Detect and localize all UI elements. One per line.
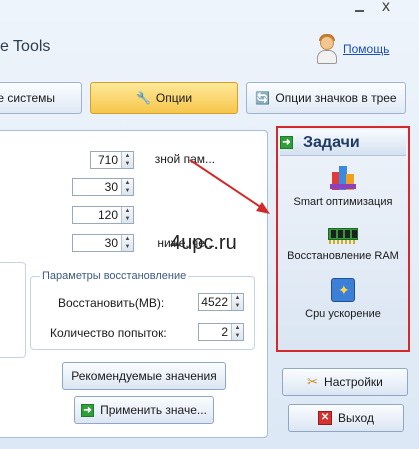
option-spinner[interactable]: 710 ▲ ▼ [90, 151, 134, 169]
task-label: Восстановление RAM [287, 250, 399, 262]
left-subpanel [0, 262, 26, 358]
restore-legend: Параметры восстановление [40, 270, 189, 282]
settings-button[interactable]: ✂ Настройки [282, 368, 408, 396]
restore-mb-value[interactable]: 4522 [199, 294, 231, 310]
restore-mb-spinner[interactable]: 4522 ▲ ▼ [198, 293, 244, 311]
apply-arrow-icon: ➜ [81, 403, 95, 417]
task-ram-restore[interactable]: Восстановление RAM [280, 222, 406, 278]
tab-tray-icon-options[interactable]: 🔄 Опции значков в трее [246, 82, 406, 114]
attempts-spinner[interactable]: 2 ▲ ▼ [198, 323, 244, 341]
task-label: Smart оптимизация [293, 196, 393, 208]
smart-optimize-icon [330, 164, 356, 192]
spinner-arrows[interactable]: ▲ ▼ [231, 324, 243, 340]
help-link[interactable]: Помощь [343, 42, 389, 56]
exit-button[interactable]: ✕ Выход [288, 404, 404, 432]
option-label: зной пам... [154, 152, 215, 166]
cpu-boost-icon: ✦ [329, 276, 357, 304]
recommended-values-button[interactable]: Рекомендуемые значения [62, 362, 226, 390]
minimize-icon[interactable] [352, 2, 368, 16]
spinner-arrows[interactable]: ▲ ▼ [121, 179, 133, 195]
doctor-avatar-icon [315, 34, 339, 64]
task-cpu-boost[interactable]: ✦ Cpu ускорение [280, 276, 406, 332]
tools-icon: ✂ [307, 374, 319, 389]
spinner-arrows[interactable]: ▲ ▼ [121, 207, 133, 223]
settings-label: Настройки [324, 375, 383, 389]
tab-options[interactable]: 🔧 Опции [90, 82, 238, 114]
help-area: Помощь [315, 34, 389, 64]
option-value[interactable]: 120 [73, 207, 121, 223]
option-value[interactable]: 710 [91, 152, 121, 168]
option-spinner[interactable]: 30 ▲ ▼ [72, 234, 134, 252]
refresh-globe-icon: 🔄 [255, 91, 271, 105]
spinner-arrows[interactable]: ▲ ▼ [231, 294, 243, 310]
restore-mb-label: Восстановить(MB): [58, 296, 165, 310]
wrench-icon: 🔧 [135, 91, 151, 105]
option-value[interactable]: 30 [73, 179, 121, 195]
recommended-values-label: Рекомендуемые значения [71, 369, 217, 383]
watermark: 4upc.ru [170, 232, 237, 254]
spinner-arrows[interactable]: ▲ ▼ [121, 235, 133, 251]
tab-system[interactable]: е системы [0, 82, 82, 114]
task-smart-optimize[interactable]: Smart оптимизация [280, 164, 406, 220]
apply-button[interactable]: ➜ Применить значе... [74, 396, 214, 424]
close-icon[interactable]: x [382, 0, 390, 16]
app-title: e Tools [0, 38, 51, 55]
apply-label: Применить значе... [100, 403, 207, 417]
spinner-arrows[interactable]: ▲ ▼ [121, 152, 133, 168]
exit-icon: ✕ [318, 411, 333, 425]
attempts-label: Количество попыток: [50, 326, 167, 340]
tab-options-label: Опции [155, 91, 193, 105]
title-bar: x [0, 0, 419, 28]
tasks-header: ➜ Задачи [280, 130, 406, 156]
tasks-arrow-icon: ➜ [280, 136, 293, 149]
option-spinner[interactable]: 30 ▲ ▼ [72, 178, 134, 196]
exit-label: Выход [338, 411, 374, 425]
option-value[interactable]: 30 [73, 235, 121, 251]
tab-tray-label: Опции значков в трее [275, 91, 397, 105]
tasks-title: Задачи [303, 133, 360, 151]
ram-module-icon [328, 222, 358, 246]
tasks-panel: ➜ Задачи Smart оптимизация Восстановлени… [276, 126, 410, 352]
option-spinner[interactable]: 120 ▲ ▼ [72, 206, 134, 224]
attempts-value[interactable]: 2 [199, 324, 231, 340]
tab-system-label: е системы [0, 91, 55, 105]
task-label: Cpu ускорение [305, 308, 381, 320]
